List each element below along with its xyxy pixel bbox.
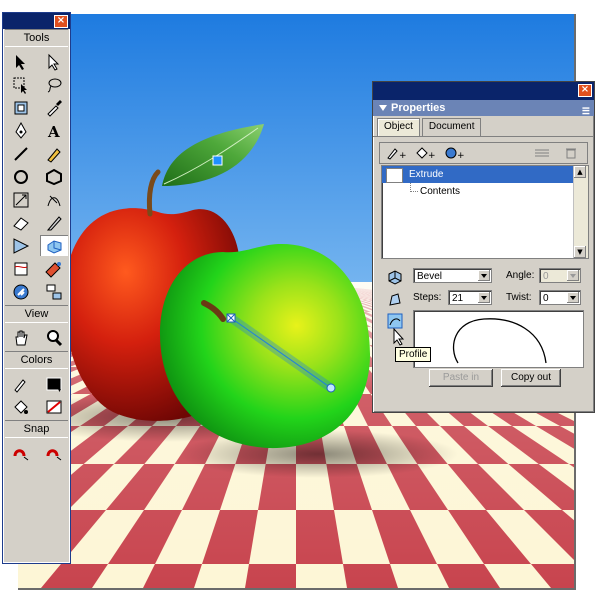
twist-value: 0 [543, 293, 549, 304]
arrange-tool-icon[interactable] [40, 281, 68, 302]
twist-field[interactable]: 0 [539, 290, 581, 305]
colors-section-title: Colors [5, 351, 68, 369]
fill-color-icon[interactable] [7, 396, 35, 417]
pencil-tool-icon[interactable] [40, 143, 68, 164]
tools-titlebar[interactable]: × [3, 13, 70, 29]
tools-palette: × Tools A View Colors Snap [2, 12, 71, 564]
svg-text:+: + [399, 151, 406, 160]
text-tool-icon[interactable]: A [40, 120, 68, 141]
pointer-tool-icon[interactable] [7, 51, 35, 72]
zoom-tool-icon[interactable] [40, 327, 68, 348]
fill-attr-icon[interactable]: + [412, 145, 438, 161]
list-item-label: Contents [420, 186, 461, 197]
twist-label: Twist: [506, 292, 532, 303]
lasso-tool-icon[interactable] [40, 74, 68, 95]
list-item-extrude[interactable]: Extrude [382, 166, 588, 183]
view-section-title: View [5, 305, 68, 323]
panel-options-icon[interactable]: ☰ [582, 103, 590, 119]
freetransform-tool-icon[interactable] [7, 189, 35, 210]
chevron-down-icon[interactable] [567, 292, 579, 303]
subselect-tool-icon[interactable] [40, 51, 68, 72]
snap-to-objects-icon[interactable] [7, 442, 35, 463]
extrude-thumbnail [386, 168, 403, 183]
effect-attr-icon[interactable]: + [441, 145, 467, 161]
properties-titlebar[interactable]: × [373, 82, 594, 100]
profile-tooltip: Profile [395, 347, 432, 362]
stroke-color-swatch[interactable] [40, 373, 68, 394]
properties-tabs: Object Document [373, 116, 594, 137]
extrude-type-select[interactable]: Bevel [413, 268, 492, 283]
steps-field[interactable]: 21 [448, 290, 492, 305]
pen-tool-icon[interactable] [7, 120, 35, 141]
fill-color-swatch[interactable] [40, 396, 68, 417]
scroll-up-icon[interactable]: ▲ [574, 166, 586, 178]
hand-tool-icon[interactable] [7, 327, 35, 348]
steps-label: Steps: [413, 292, 442, 303]
leaf-handle [212, 155, 223, 166]
eraser-tool-icon[interactable] [7, 212, 35, 233]
crop-tool-icon[interactable] [7, 97, 35, 118]
knife-tool-icon[interactable] [40, 212, 68, 233]
snap-to-grid-icon[interactable] [40, 442, 68, 463]
object-toolbar: + + + [379, 142, 588, 164]
extrude-type-icon[interactable] [386, 268, 404, 286]
angle-value: 0 [543, 271, 549, 282]
svg-text:+: + [428, 151, 435, 160]
ellipse-tool-icon[interactable] [7, 166, 35, 187]
extrude-end-handle [326, 383, 336, 393]
tab-document[interactable]: Document [421, 118, 482, 136]
angle-select: 0 [539, 268, 581, 283]
marquee-tool-icon[interactable] [7, 74, 35, 95]
extrude-tool-icon[interactable] [40, 235, 68, 256]
shape-blend-tool-icon[interactable] [7, 281, 35, 302]
remove-attr-icon[interactable] [529, 145, 555, 161]
copy-out-button[interactable]: Copy out [501, 369, 561, 387]
close-icon[interactable]: × [54, 15, 68, 28]
warp-tool-icon[interactable] [7, 258, 35, 279]
perspective-tool-icon[interactable] [7, 235, 35, 256]
paint-tool-icon[interactable] [40, 258, 68, 279]
properties-header[interactable]: Properties ☰ [373, 100, 594, 116]
attribute-list[interactable]: Extrude Contents ▲ ▼ [381, 165, 589, 259]
scroll-down-icon[interactable]: ▼ [574, 246, 586, 258]
polygon-tool-icon[interactable] [40, 166, 68, 187]
list-item-contents[interactable]: Contents [382, 183, 588, 200]
chevron-down-icon[interactable] [478, 270, 490, 281]
stroke-attr-icon[interactable]: + [383, 145, 409, 161]
angle-label: Angle: [506, 270, 535, 281]
mouse-cursor-icon [393, 328, 405, 346]
properties-close-icon[interactable]: × [578, 84, 592, 97]
chevron-down-icon[interactable] [478, 292, 490, 303]
paste-in-button[interactable]: Paste in [429, 369, 493, 387]
snap-section-title: Snap [5, 420, 68, 438]
properties-title: Properties [391, 102, 446, 114]
eyedropper-tool-icon[interactable] [40, 97, 68, 118]
svg-text:+: + [457, 151, 464, 160]
list-scrollbar[interactable]: ▲ ▼ [573, 166, 588, 258]
tab-object[interactable]: Object [377, 118, 420, 136]
collapse-triangle-icon[interactable] [379, 105, 387, 111]
tools-section-title: Tools [5, 29, 68, 47]
properties-panel: × Properties ☰ Object Document + + + Ext… [372, 81, 595, 413]
chevron-down-icon [567, 270, 579, 281]
extrude-type-value: Bevel [417, 271, 443, 282]
steps-value: 21 [452, 293, 464, 304]
line-tool-icon[interactable] [7, 143, 35, 164]
profile-preview[interactable] [413, 310, 584, 368]
scale-tool-icon[interactable] [40, 189, 68, 210]
trash-icon[interactable] [558, 145, 584, 161]
bevel-icon[interactable] [386, 291, 404, 309]
stroke-color-icon[interactable] [7, 373, 35, 394]
svg-text:A: A [47, 123, 60, 140]
